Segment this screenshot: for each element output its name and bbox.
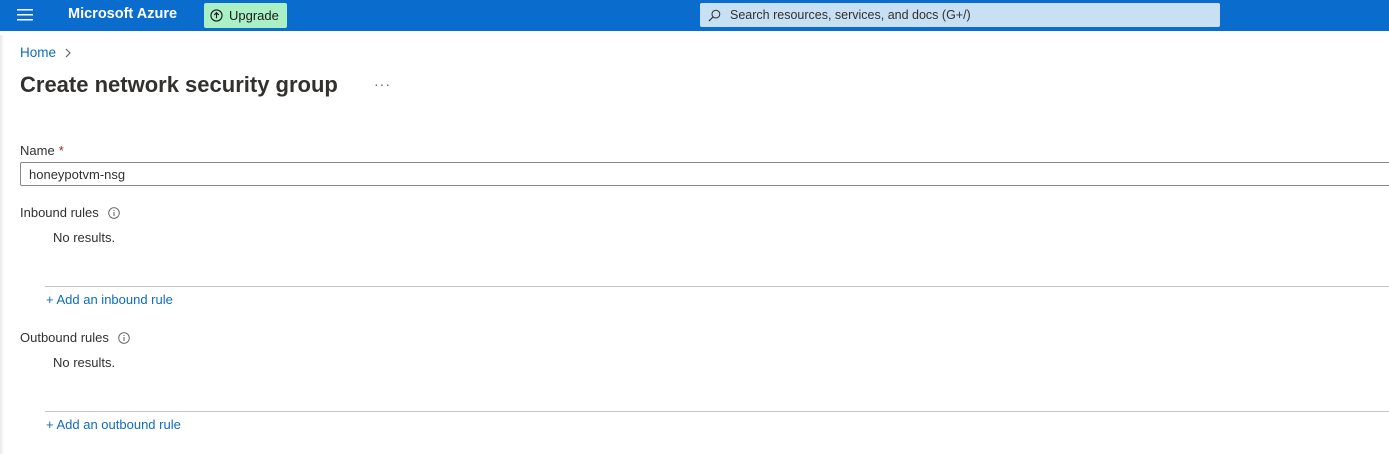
name-input[interactable] [20,162,1389,186]
inbound-divider [45,286,1389,287]
breadcrumb: Home [20,45,72,60]
inbound-rules-label: Inbound rules [20,205,99,220]
page-title: Create network security group [20,72,338,97]
upgrade-button[interactable]: Upgrade [204,3,287,28]
outbound-rules-label: Outbound rules [20,330,109,345]
outbound-divider [45,411,1389,412]
add-outbound-rule-link[interactable]: + Add an outbound rule [46,417,181,432]
chevron-right-icon [65,48,71,57]
global-search-input[interactable]: Search resources, services, and docs (G+… [700,3,1220,27]
search-icon [708,9,721,21]
name-field-label: Name * [20,143,64,158]
required-marker: * [58,143,64,158]
sidebar-edge [0,35,4,454]
inbound-no-results: No results. [53,230,116,245]
more-options-button[interactable]: ··· [374,76,391,92]
upgrade-label: Upgrade [229,8,279,23]
outbound-no-results: No results. [53,355,116,370]
inbound-rules-header: Inbound rules [20,205,120,220]
menu-icon[interactable] [17,9,33,21]
breadcrumb-home-link[interactable]: Home [20,45,56,60]
name-label: Name [20,143,55,158]
outbound-rules-header: Outbound rules [20,330,130,345]
add-inbound-rule-link[interactable]: + Add an inbound rule [46,292,173,307]
info-icon[interactable] [118,331,130,344]
arrow-up-circle-icon [210,9,223,22]
top-bar: Microsoft Azure Upgrade Search resources… [0,0,1389,31]
info-icon[interactable] [108,206,120,219]
search-placeholder: Search resources, services, and docs (G+… [730,8,971,22]
brand-title[interactable]: Microsoft Azure [68,6,177,22]
